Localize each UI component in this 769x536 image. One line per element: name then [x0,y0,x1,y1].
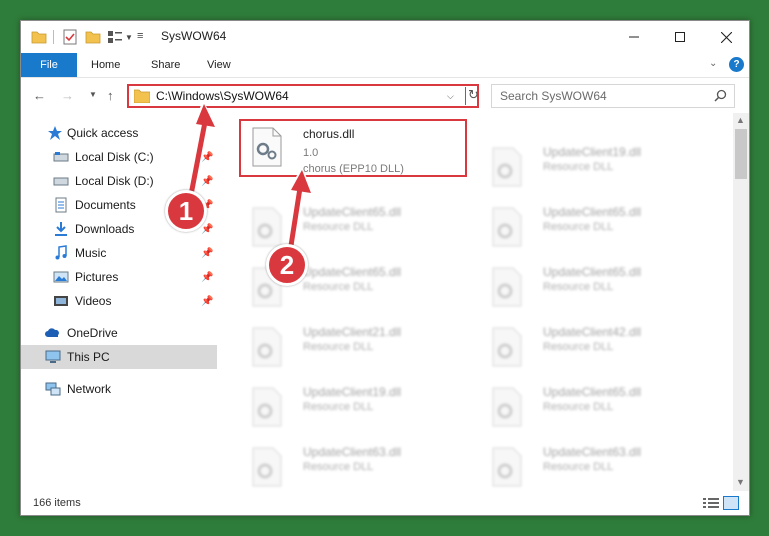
step-badge-2: 2 [266,244,308,286]
annotation-arrows [185,100,314,253]
step-badge-1: 1 [165,190,207,232]
arrow-to-address-bar [185,100,218,201]
arrow-to-file [285,166,314,253]
